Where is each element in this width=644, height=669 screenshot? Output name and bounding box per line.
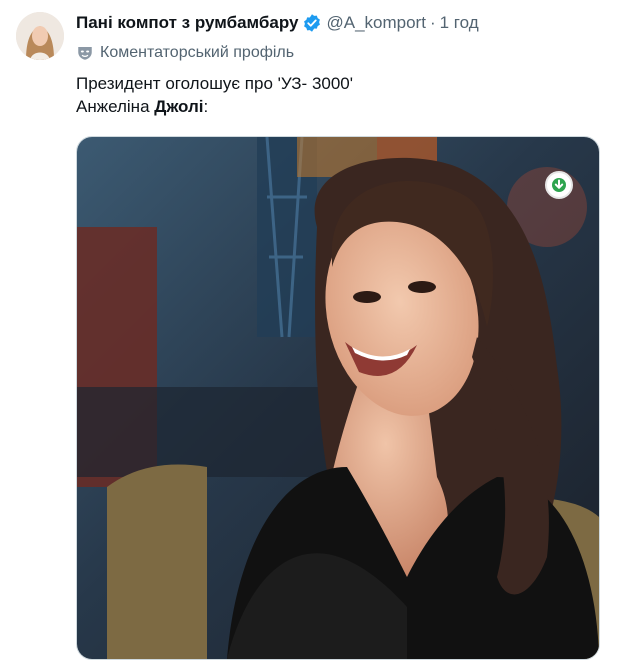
separator-dot: · — [429, 13, 436, 32]
avatar[interactable] — [16, 12, 64, 60]
download-arrow-icon — [551, 177, 567, 193]
tweet-text-line-2: Анжеліна Джолі: — [76, 95, 353, 118]
mask-icon — [76, 44, 94, 62]
verified-badge-icon — [302, 13, 322, 33]
tweet-text-line-1: Президент оголошує про 'УЗ- 3000' — [76, 74, 354, 93]
profile-label-row: Коментаторський профіль — [76, 42, 294, 64]
user-handle[interactable]: @A_komport — [326, 12, 425, 34]
tweet-text-bold: Джолі — [154, 97, 204, 116]
download-button[interactable] — [545, 171, 573, 199]
tweet-text: Президент оголошує про 'УЗ- 3000' Анжелі… — [76, 72, 353, 118]
tweet-header: Пані компот з румбамбару @A_komport · 1 … — [76, 12, 479, 34]
media-image[interactable] — [76, 136, 600, 660]
tweet-text-end: : — [203, 97, 209, 116]
display-name[interactable]: Пані компот з румбамбару — [76, 12, 298, 34]
tweet-text-plain: Анжеліна — [76, 97, 155, 116]
tweet: Пані компот з румбамбару @A_komport · 1 … — [0, 0, 644, 669]
profile-label: Коментаторський профіль — [100, 44, 295, 61]
timestamp[interactable]: 1 год — [440, 12, 479, 34]
